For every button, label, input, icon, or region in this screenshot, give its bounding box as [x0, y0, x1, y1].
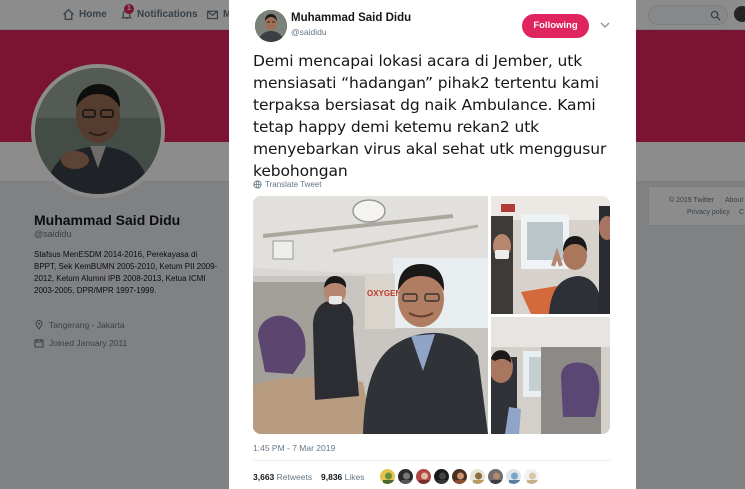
retweets-label: Retweets [276, 472, 313, 482]
author-avatar[interactable] [255, 10, 287, 42]
globe-icon [253, 180, 262, 189]
liker-avatar[interactable] [505, 468, 522, 485]
liker-avatar[interactable] [523, 468, 540, 485]
tweet-modal: Muhammad Said Didu @saididu Following De… [229, 0, 636, 489]
author-name[interactable]: Muhammad Said Didu [291, 12, 411, 24]
tweet-text: Demi mencapai lokasi acara di Jember, ut… [253, 52, 607, 180]
stats-divider [253, 460, 611, 461]
oxygen-sign-text: OXYGEN [367, 289, 401, 298]
liker-avatar[interactable] [469, 468, 486, 485]
tweet-timestamp[interactable]: 1:45 PM - 7 Mar 2019 [253, 443, 335, 453]
translate-tweet-link[interactable]: Translate Tweet [253, 180, 321, 189]
ambulance-back-photo [491, 317, 610, 434]
likes-count: 9,836 [321, 472, 343, 482]
likes-stat[interactable]: 9,836 Likes [321, 472, 365, 482]
liker-avatar[interactable] [451, 468, 468, 485]
retweets-stat[interactable]: 3,663 Retweets [253, 472, 312, 482]
tweet-media-grid: OXYGEN [253, 196, 610, 434]
retweets-count: 3,663 [253, 472, 275, 482]
following-button[interactable]: Following [522, 14, 589, 38]
author-photo [255, 10, 287, 42]
liker-avatar[interactable] [379, 468, 396, 485]
chevron-down-icon[interactable] [599, 19, 611, 31]
liker-avatar[interactable] [487, 468, 504, 485]
tweet-photo-1[interactable]: OXYGEN [253, 196, 488, 434]
liker-avatar[interactable] [433, 468, 450, 485]
ambulance-interior-photo: OXYGEN [253, 196, 488, 434]
likes-label: Likes [344, 472, 365, 482]
tweet-photo-3[interactable] [491, 317, 610, 434]
author-handle[interactable]: @saididu [291, 27, 327, 37]
liker-avatar[interactable] [415, 468, 432, 485]
liker-avatar[interactable] [397, 468, 414, 485]
ambulance-selfie-photo [491, 196, 610, 314]
tweet-photo-2[interactable] [491, 196, 610, 314]
translate-tweet-label: Translate Tweet [265, 180, 322, 189]
